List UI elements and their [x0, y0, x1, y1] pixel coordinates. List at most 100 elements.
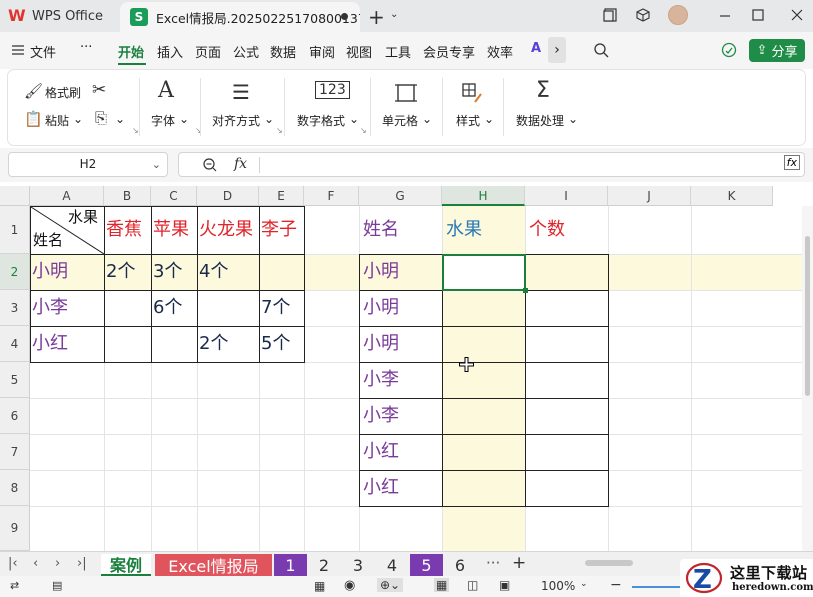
style-button[interactable]: 样式	[456, 112, 480, 129]
menu-efficiency[interactable]: 效率	[487, 42, 513, 61]
menu-home[interactable]: 开始	[118, 42, 144, 61]
cube-icon[interactable]	[636, 8, 650, 22]
column-header-a[interactable]: A	[30, 186, 104, 206]
row-header-9[interactable]: 9	[0, 506, 30, 551]
paste-icon[interactable]: 📋	[24, 110, 43, 128]
paste-button[interactable]: 粘贴	[45, 112, 69, 129]
menu-data[interactable]: 数据	[270, 42, 296, 61]
vertical-scroll-thumb[interactable]	[805, 236, 810, 396]
column-header-b[interactable]: B	[104, 186, 151, 206]
menu-review[interactable]: 审阅	[309, 42, 335, 61]
menu-formula[interactable]: 公式	[233, 42, 259, 61]
insert-function-icon[interactable]: fx	[234, 156, 247, 172]
cell-dropdown-icon[interactable]: ⌄	[422, 112, 432, 126]
menu-tools[interactable]: 工具	[385, 42, 411, 61]
result-name[interactable]: 小明	[361, 290, 399, 326]
menu-more[interactable]: ···	[80, 40, 92, 55]
row-header-4[interactable]: 4	[0, 326, 30, 362]
fruit-count[interactable]	[259, 254, 261, 290]
number-format-icon[interactable]: 123	[315, 81, 350, 99]
fruit-header[interactable]: 香蕉	[104, 206, 142, 254]
align-dropdown-icon[interactable]: ⌄	[264, 112, 274, 126]
copy-dropdown-icon[interactable]: ⌄	[115, 112, 125, 126]
cut-icon[interactable]: ✂	[92, 80, 106, 100]
column-header-f[interactable]: F	[304, 186, 359, 206]
fruit-count[interactable]: 2个	[104, 254, 135, 290]
fruit-count[interactable]: 5个	[259, 326, 290, 362]
font-button[interactable]: 字体	[151, 112, 175, 129]
style-icon[interactable]	[461, 82, 483, 104]
result-name[interactable]: 小明	[361, 254, 399, 290]
sheet-tab-case[interactable]: 案例	[101, 554, 151, 576]
column-header-e[interactable]: E	[259, 186, 304, 206]
fruit-count[interactable]: 7个	[259, 290, 290, 326]
document-tab[interactable]: S Excel情报局.20250225170800137	[120, 2, 360, 32]
fruit-count[interactable]	[104, 290, 106, 326]
person-name[interactable]: 小红	[30, 326, 68, 362]
result-header[interactable]: 姓名	[361, 206, 399, 254]
table-icon[interactable]: ▦	[314, 579, 325, 593]
fruit-count[interactable]: 6个	[151, 290, 182, 326]
menu-view[interactable]: 视图	[346, 42, 372, 61]
column-header-g[interactable]: G	[359, 186, 442, 206]
normal-view-icon[interactable]: ▦	[434, 578, 450, 592]
result-header[interactable]: 水果	[444, 206, 482, 254]
column-header-i[interactable]: I	[525, 186, 608, 206]
maximize-icon[interactable]	[751, 8, 765, 22]
number-format-dropdown-icon[interactable]: ⌄	[349, 112, 359, 126]
result-header[interactable]: 个数	[527, 206, 565, 254]
active-cell-h2[interactable]	[442, 254, 526, 291]
clipboard-expand-icon[interactable]: ↘	[132, 126, 139, 135]
menu-insert[interactable]: 插入	[157, 42, 183, 61]
window-mode-icon[interactable]	[603, 8, 617, 22]
menu-file[interactable]: 文件	[30, 42, 56, 61]
person-name[interactable]: 小李	[30, 290, 68, 326]
align-button[interactable]: 对齐方式	[212, 112, 260, 129]
number-format-expand-icon[interactable]: ↘	[360, 126, 367, 135]
fill-handle[interactable]	[523, 288, 528, 293]
result-name[interactable]: 小红	[361, 470, 399, 506]
fruit-count[interactable]: 2个	[197, 326, 228, 362]
fruit-header[interactable]: 苹果	[151, 206, 189, 254]
share-button[interactable]: ⇪ 分享	[749, 39, 805, 62]
font-dropdown-icon[interactable]: ⌄	[179, 112, 189, 126]
first-sheet-icon[interactable]: |‹	[8, 556, 18, 571]
search-icon[interactable]	[594, 43, 609, 58]
unsaved-dot-icon[interactable]	[341, 13, 348, 20]
minimize-icon[interactable]	[718, 9, 732, 23]
column-header-c[interactable]: C	[151, 186, 197, 206]
paste-dropdown-icon[interactable]: ⌄	[73, 112, 83, 126]
cloud-sync-icon[interactable]	[721, 42, 737, 58]
sheet-tab-2[interactable]: 2	[309, 554, 339, 576]
name-box-dropdown-icon[interactable]: ⌄	[152, 153, 161, 176]
expand-formula-icon[interactable]: fx	[783, 155, 800, 170]
add-sheet-button[interactable]: +	[512, 553, 526, 573]
vertical-scrollbar[interactable]	[802, 206, 813, 551]
row-header-8[interactable]: 8	[0, 470, 30, 506]
fruit-header[interactable]: 火龙果	[197, 206, 253, 254]
fruit-count[interactable]	[197, 290, 199, 326]
close-icon[interactable]	[790, 8, 804, 22]
sheet-tab-1[interactable]: 1	[274, 554, 307, 576]
column-header-j[interactable]: J	[608, 186, 691, 206]
hamburger-icon[interactable]	[12, 45, 24, 55]
wps-home-tab[interactable]: W WPS Office	[8, 4, 103, 28]
sheet-tab-3[interactable]: 3	[343, 554, 373, 576]
new-tab-button[interactable]: +	[368, 5, 385, 29]
row-header-5[interactable]: 5	[0, 362, 30, 398]
format-painter-icon[interactable]: 🖌	[24, 82, 43, 100]
more-sheets-button[interactable]: ···	[486, 554, 500, 572]
zoom-slider[interactable]	[632, 586, 682, 588]
result-name[interactable]: 小明	[361, 326, 399, 362]
number-format-button[interactable]: 数字格式	[297, 112, 345, 129]
menu-page[interactable]: 页面	[195, 42, 221, 61]
row-header-1[interactable]: 1	[0, 206, 30, 254]
formula-input[interactable]: fx fx	[178, 152, 805, 177]
align-expand-icon[interactable]: ↘	[276, 126, 283, 135]
fruit-header[interactable]: 李子	[259, 206, 297, 254]
result-name[interactable]: 小红	[361, 434, 399, 470]
result-name[interactable]: 小李	[361, 362, 399, 398]
page-layout-icon[interactable]: ▤	[52, 579, 62, 592]
sum-icon[interactable]: Σ	[536, 78, 550, 103]
cell-icon[interactable]	[395, 82, 417, 104]
